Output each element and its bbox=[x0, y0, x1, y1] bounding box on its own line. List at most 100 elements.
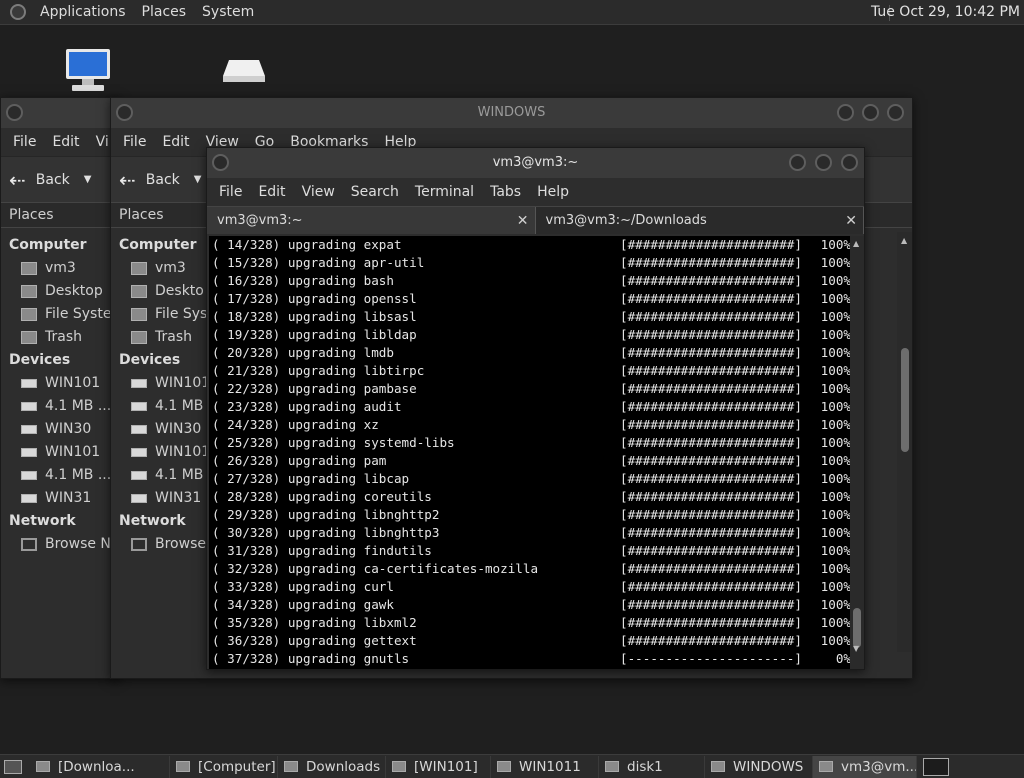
menu-edit[interactable]: Edit bbox=[154, 134, 197, 150]
minimize-icon[interactable] bbox=[837, 104, 854, 121]
progress-percent: 100% bbox=[820, 381, 850, 396]
sidebar-item-home[interactable]: vm3 bbox=[1, 257, 119, 280]
menu-file[interactable]: File bbox=[211, 184, 250, 200]
terminal-scrollbar[interactable]: ▲ ▼ bbox=[850, 236, 864, 669]
window-titlebar[interactable]: vm3@vm3:~ bbox=[207, 148, 864, 178]
maximize-icon[interactable] bbox=[862, 104, 879, 121]
progress-percent: 100% bbox=[820, 579, 850, 594]
folder-icon bbox=[36, 761, 50, 772]
tab-close-icon[interactable]: ✕ bbox=[845, 207, 857, 235]
progress-percent: 0% bbox=[835, 651, 850, 666]
file-view-scrollbar[interactable]: ▲ bbox=[897, 232, 912, 652]
taskbar-item-label: disk1 bbox=[627, 758, 663, 775]
progress-percent: 100% bbox=[820, 399, 850, 414]
window-menu-icon[interactable] bbox=[212, 154, 229, 171]
taskbar-item[interactable]: disk1 bbox=[599, 755, 705, 778]
taskbar-item[interactable]: [WIN101] bbox=[386, 755, 491, 778]
menu-file[interactable]: File bbox=[5, 134, 44, 150]
taskbar-item[interactable]: [Computer] bbox=[170, 755, 278, 778]
taskbar-item-active[interactable]: vm3@vm... bbox=[813, 755, 917, 778]
sidebar-item-device[interactable]: WIN31 bbox=[1, 487, 119, 510]
terminal-line-text: ( 23/328) upgrading audit bbox=[212, 399, 402, 414]
scrollbar-thumb[interactable] bbox=[853, 608, 861, 648]
tab-label: vm3@vm3:~ bbox=[217, 213, 303, 228]
bottom-panel: [Downloa... [Computer] Downloads [WIN101… bbox=[0, 754, 1024, 778]
progress-percent: 100% bbox=[820, 453, 850, 468]
computer-icon bbox=[176, 761, 190, 772]
progress-percent: 100% bbox=[820, 345, 850, 360]
drive-icon bbox=[131, 308, 147, 321]
progress-percent: 100% bbox=[820, 309, 850, 324]
terminal-line: ( 32/328) upgrading ca-certificates-mozi… bbox=[212, 560, 850, 578]
show-desktop-icon[interactable] bbox=[4, 759, 22, 774]
progress-bar-text: [######################] bbox=[620, 507, 802, 522]
terminal-line: ( 23/328) upgrading audit [##############… bbox=[212, 398, 850, 416]
progress-percent: 100% bbox=[820, 489, 850, 504]
menu-search[interactable]: Search bbox=[343, 184, 407, 200]
taskbar-item[interactable]: [Downloa... bbox=[30, 755, 170, 778]
places-menu[interactable]: Places bbox=[134, 4, 195, 20]
chevron-down-icon[interactable]: ▼ bbox=[194, 174, 202, 185]
places-selector[interactable]: Places bbox=[1, 202, 119, 228]
scrollbar-thumb[interactable] bbox=[901, 348, 909, 452]
sidebar-item-device[interactable]: 4.1 MB ... bbox=[1, 464, 119, 487]
menu-help[interactable]: Help bbox=[529, 184, 577, 200]
computer-desktop-icon[interactable] bbox=[64, 46, 112, 94]
scroll-up-icon[interactable]: ▲ bbox=[901, 236, 907, 245]
sidebar-item-device[interactable]: WIN30 bbox=[1, 418, 119, 441]
taskbar-item[interactable]: Downloads bbox=[278, 755, 386, 778]
tab-home[interactable]: vm3@vm3:~ ✕ bbox=[207, 207, 536, 234]
back-button[interactable]: ⇠ Back ▼ bbox=[119, 168, 201, 192]
system-menu[interactable]: System bbox=[194, 4, 262, 20]
menu-edit[interactable]: Edit bbox=[250, 184, 293, 200]
taskbar-item[interactable]: WINDOWS bbox=[705, 755, 813, 778]
menu-terminal[interactable]: Terminal bbox=[407, 184, 482, 200]
sidebar-item-device[interactable]: WIN101 bbox=[1, 441, 119, 464]
sidebar-item-trash[interactable]: Trash bbox=[1, 326, 119, 349]
menu-tabs[interactable]: Tabs bbox=[482, 184, 529, 200]
terminal-line: ( 26/328) upgrading pam [################… bbox=[212, 452, 850, 470]
progress-percent: 100% bbox=[820, 255, 850, 270]
taskbar-item[interactable]: WIN1011 bbox=[491, 755, 599, 778]
terminal-line: ( 19/328) upgrading libldap [############… bbox=[212, 326, 850, 344]
close-icon[interactable] bbox=[887, 104, 904, 121]
chevron-down-icon[interactable]: ▼ bbox=[84, 174, 92, 185]
menu-edit[interactable]: Edit bbox=[44, 134, 87, 150]
minimize-icon[interactable] bbox=[789, 154, 806, 171]
drive-desktop-icon[interactable] bbox=[221, 58, 267, 84]
progress-bar-text: [######################] bbox=[620, 435, 802, 450]
scroll-up-icon[interactable]: ▲ bbox=[853, 239, 859, 248]
taskbar-item-label: [Downloa... bbox=[58, 758, 135, 775]
terminal-line-text: ( 24/328) upgrading xz bbox=[212, 417, 379, 432]
scroll-down-icon[interactable]: ▼ bbox=[853, 644, 859, 653]
sidebar-item-device[interactable]: WIN101 bbox=[1, 372, 119, 395]
sidebar-item-label: File Sys bbox=[155, 306, 208, 322]
sidebar-item-desktop[interactable]: Desktop bbox=[1, 280, 119, 303]
terminal-lines: ( 14/328) upgrading expat [##############… bbox=[209, 236, 850, 668]
sidebar-item-filesystem[interactable]: File Syster bbox=[1, 303, 119, 326]
terminal-line: ( 16/328) upgrading bash [###############… bbox=[212, 272, 850, 290]
progress-bar-text: [######################] bbox=[620, 381, 802, 396]
tab-close-icon[interactable]: ✕ bbox=[517, 207, 529, 235]
drive-icon bbox=[21, 379, 37, 388]
clock[interactable]: Tue Oct 29, 10:42 PM bbox=[871, 4, 1020, 20]
close-icon[interactable] bbox=[841, 154, 858, 171]
sidebar-item-device[interactable]: 4.1 MB ... bbox=[1, 395, 119, 418]
sidebar-item-browse-network[interactable]: Browse Ne bbox=[1, 533, 119, 556]
menu-view[interactable]: View bbox=[294, 184, 343, 200]
workspace-switcher[interactable] bbox=[923, 757, 949, 776]
window-menu-icon[interactable] bbox=[6, 104, 23, 121]
window-menu-icon[interactable] bbox=[116, 104, 133, 121]
window-titlebar[interactable]: WINDOWS bbox=[111, 98, 912, 128]
maximize-icon[interactable] bbox=[815, 154, 832, 171]
menu-file[interactable]: File bbox=[115, 134, 154, 150]
window-title: vm3@vm3:~ bbox=[492, 155, 579, 170]
applications-menu[interactable]: Applications bbox=[32, 4, 134, 20]
window-titlebar[interactable] bbox=[1, 98, 119, 128]
terminal-line-text: ( 14/328) upgrading expat bbox=[212, 237, 402, 252]
back-button[interactable]: ⇠ Back ▼ bbox=[9, 168, 91, 192]
tab-downloads[interactable]: vm3@vm3:~/Downloads ✕ bbox=[536, 207, 864, 235]
terminal-output[interactable]: ( 14/328) upgrading expat [##############… bbox=[209, 236, 850, 669]
distro-logo-icon[interactable] bbox=[10, 4, 26, 20]
sidebar-item-label: 4.1 MB ... bbox=[45, 398, 112, 414]
